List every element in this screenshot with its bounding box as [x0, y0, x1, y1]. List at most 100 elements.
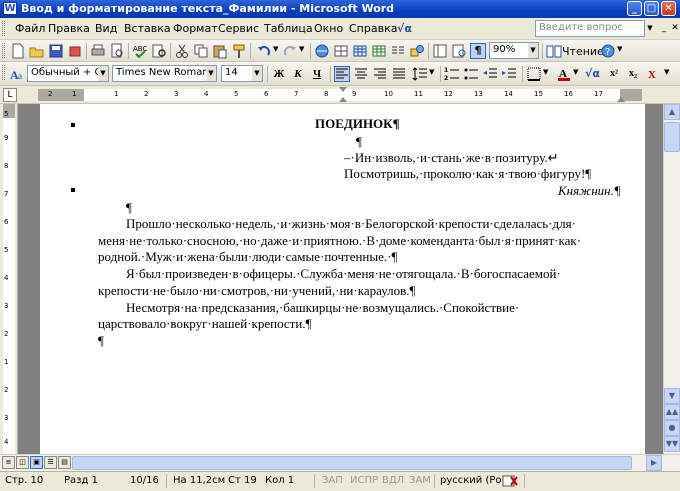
permission-icon[interactable]: [67, 43, 83, 59]
bullets-icon[interactable]: [463, 66, 479, 82]
maximize-button[interactable]: □: [644, 1, 659, 16]
doc-close-icon[interactable]: ✕: [670, 22, 680, 34]
insert-table-icon[interactable]: [352, 43, 368, 59]
menu-window[interactable]: Окно: [314, 22, 343, 35]
menu-format[interactable]: Формат: [173, 22, 218, 35]
paragraph-3-line-1[interactable]: Несмотря·на·предсказания,·башкирцы·не·во…: [126, 300, 519, 316]
ask-question-input[interactable]: Введите вопрос: [535, 20, 645, 37]
menu-edit[interactable]: Правка: [48, 22, 90, 35]
paragraph-1-line-1[interactable]: Прошло·несколько·недель,·и·жизнь·моя·в·Б…: [126, 216, 576, 232]
insert-excel-icon[interactable]: [371, 43, 387, 59]
superscript-icon[interactable]: x²: [606, 66, 622, 82]
formula-editor-icon[interactable]: √α: [585, 67, 600, 80]
zoom-dropdown-icon[interactable]: ▼: [528, 43, 538, 58]
italic-button[interactable]: К: [290, 66, 306, 82]
style-select[interactable]: Обычный + Сле ▼: [27, 65, 109, 82]
web-layout-icon[interactable]: ◫: [16, 456, 29, 469]
paragraph-2-line-1[interactable]: Я·был·произведен·в·офицеры.·Служба·меня·…: [126, 266, 561, 282]
save-icon[interactable]: [48, 43, 64, 59]
font-select[interactable]: Times New Roman ▼: [112, 65, 217, 82]
epigraph-line-1[interactable]: –·Ин·изволь,·и·стань·же·в·позитуру.↵: [344, 150, 558, 166]
minimize-button[interactable]: _: [627, 1, 642, 16]
open-folder-icon[interactable]: [29, 43, 45, 59]
borders-dropdown-icon[interactable]: ▼: [543, 68, 548, 76]
menu-help[interactable]: Справка: [349, 22, 397, 35]
epigraph-line-2[interactable]: Посмотришь,·проколю·как·я·твою·фигуру!¶: [344, 166, 591, 182]
align-center-icon[interactable]: [353, 66, 369, 82]
reading-view-icon[interactable]: ▤: [58, 456, 71, 469]
redo-icon[interactable]: [282, 43, 298, 59]
undo-icon[interactable]: [256, 43, 272, 59]
menu-tools[interactable]: Сервис: [218, 22, 259, 35]
paragraph-2-line-2[interactable]: крепости·не·было·ни·смотров,·ни·учений,·…: [98, 283, 415, 299]
spelling-status-icon[interactable]: [502, 475, 518, 488]
new-document-icon[interactable]: [10, 43, 26, 59]
show-formatting-icon[interactable]: ¶: [470, 43, 486, 59]
borders-icon[interactable]: [526, 66, 542, 82]
close-button[interactable]: ✕: [661, 1, 676, 16]
paragraph-1-line-3[interactable]: родной.·Муж·и·жена·были·люди·самые·почте…: [98, 249, 397, 265]
chapter-title[interactable]: ПОЕДИНОК¶: [315, 116, 400, 132]
numbering-icon[interactable]: 12: [444, 66, 460, 82]
cut-icon[interactable]: [174, 43, 190, 59]
document-area[interactable]: ПОЕДИНОК¶ ¶ –·Ин·изволь,·и·стань·же·в·по…: [18, 104, 663, 454]
print-icon[interactable]: [90, 43, 106, 59]
menu-file[interactable]: Файл: [15, 22, 45, 35]
document-page[interactable]: ПОЕДИНОК¶ ¶ –·Ин·изволь,·и·стань·же·в·по…: [40, 104, 645, 454]
hyperlink-icon[interactable]: [314, 43, 330, 59]
styles-pane-icon[interactable]: Aa: [9, 66, 25, 82]
status-track-changes[interactable]: ИСПР: [350, 475, 378, 486]
increase-indent-icon[interactable]: [501, 66, 517, 82]
reading-layout-button[interactable]: Чтение: [562, 45, 604, 58]
outline-view-icon[interactable]: ☰: [44, 456, 57, 469]
decrease-indent-icon[interactable]: [482, 66, 498, 82]
scroll-down-icon[interactable]: ▼: [664, 388, 680, 404]
bold-button[interactable]: Ж: [271, 66, 287, 82]
right-indent-marker[interactable]: [617, 97, 625, 102]
paste-icon[interactable]: [212, 43, 228, 59]
status-extend[interactable]: ВДЛ: [382, 475, 404, 486]
zoom-select[interactable]: 90% ▼: [489, 42, 539, 59]
scroll-up-icon[interactable]: ▲: [664, 104, 680, 120]
tables-borders-icon[interactable]: [333, 43, 349, 59]
tab-selector-icon[interactable]: L: [3, 88, 17, 102]
first-line-indent-marker[interactable]: [339, 87, 347, 92]
help-icon[interactable]: ?: [600, 43, 616, 59]
status-language[interactable]: русский (Ро: [440, 475, 502, 486]
print-layout-icon[interactable]: ▣: [30, 456, 43, 469]
columns-icon[interactable]: [390, 43, 406, 59]
font-color-dropdown-icon[interactable]: ▼: [573, 68, 578, 76]
font-size-select[interactable]: 14 ▼: [221, 65, 263, 82]
epigraph-author[interactable]: Княжнин.¶: [558, 183, 621, 199]
formatting-options-icon[interactable]: ▼: [664, 68, 669, 76]
letter-icon[interactable]: X: [646, 66, 662, 82]
spelling-icon[interactable]: ABC: [132, 43, 148, 59]
pilcrow-mark[interactable]: ¶: [126, 200, 132, 216]
menu-grip[interactable]: [2, 21, 5, 36]
copy-icon[interactable]: [193, 43, 209, 59]
menu-insert[interactable]: Вставка: [124, 22, 171, 35]
line-spacing-dropdown-icon[interactable]: ▼: [429, 68, 434, 76]
doc-minimize-icon[interactable]: _: [659, 22, 669, 34]
document-map-2-icon[interactable]: [451, 43, 467, 59]
pilcrow-mark[interactable]: ¶: [98, 333, 104, 349]
paragraph-1-line-2[interactable]: меня·не·только·сносною,·но·даже·и·приятн…: [98, 233, 581, 249]
word-app-icon[interactable]: W: [3, 2, 17, 15]
style-dropdown-icon[interactable]: ▼: [98, 66, 108, 81]
toolbar-grip[interactable]: [2, 65, 5, 80]
ask-dropdown-icon[interactable]: ▼: [645, 20, 655, 37]
justify-icon[interactable]: [391, 66, 407, 82]
horizontal-ruler[interactable]: L 2 1 1 2 3 4 5 6 7 8 9 10 11 12 13 14 1…: [0, 86, 680, 104]
paragraph-3-line-2[interactable]: царствовало·вокруг·нашей·крепости.¶: [98, 316, 311, 332]
document-map-icon[interactable]: [432, 43, 448, 59]
drawing-icon[interactable]: [409, 43, 425, 59]
subscript-icon[interactable]: x₂: [625, 66, 641, 82]
horizontal-scroll-thumb[interactable]: [72, 456, 632, 470]
toolbar-options-icon[interactable]: ▼: [617, 45, 622, 53]
font-color-icon[interactable]: A: [556, 66, 572, 82]
pilcrow-mark[interactable]: ¶: [356, 134, 362, 150]
undo-dropdown-icon[interactable]: ▼: [273, 45, 278, 53]
redo-dropdown-icon[interactable]: ▼: [299, 45, 304, 53]
status-record[interactable]: ЗАП: [322, 475, 343, 486]
menu-view[interactable]: Вид: [95, 22, 117, 35]
